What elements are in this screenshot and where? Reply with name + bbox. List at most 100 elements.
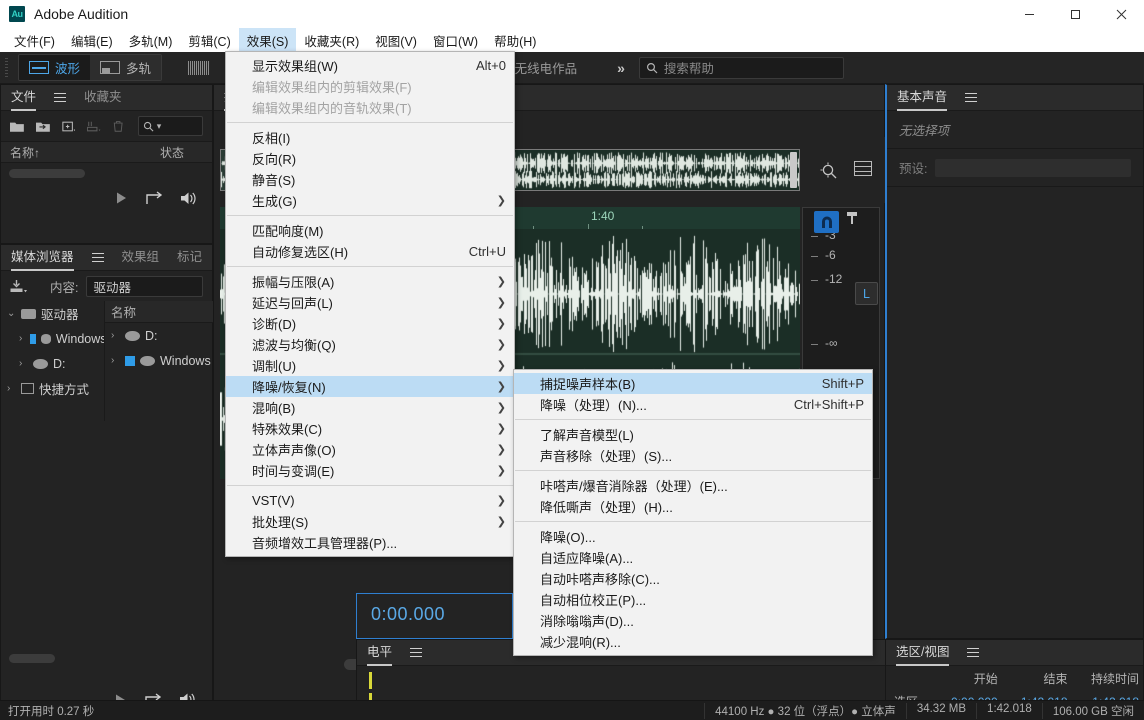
noise-submenu-item[interactable]: 自动咔嗒声移除(C)... <box>514 568 872 589</box>
effects-menu-item[interactable]: 批处理(S) ❯ <box>226 511 514 532</box>
noise-submenu-item[interactable]: 捕捉噪声样本(B) Shift+P <box>514 373 872 394</box>
new-file-icon[interactable] <box>62 120 76 133</box>
effects-menu-item[interactable]: 反向(R) <box>226 148 514 169</box>
effects-menu-item[interactable]: 匹配响度(M) <box>226 220 514 241</box>
effects-menu-item[interactable]: 生成(G) ❯ <box>226 190 514 211</box>
effects-menu-item[interactable]: 振幅与压限(A) ❯ <box>226 271 514 292</box>
tab-media-browser[interactable]: 媒体浏览器 <box>11 245 74 271</box>
chevron-right-icon[interactable]: › <box>7 383 16 394</box>
channel-badge-left[interactable]: L <box>855 282 878 305</box>
media-scroll-indicator[interactable] <box>9 654 55 663</box>
media-panel-menu-icon[interactable] <box>91 253 104 262</box>
selection-view-menu-icon[interactable] <box>967 648 980 657</box>
levels-panel-menu-icon[interactable] <box>410 648 423 657</box>
effects-menu-item[interactable]: 反相(I) <box>226 127 514 148</box>
effects-menu-item[interactable]: 滤波与均衡(Q) ❯ <box>226 334 514 355</box>
effects-menu-item[interactable]: 延迟与回声(L) ❯ <box>226 292 514 313</box>
content-combo[interactable]: 驱动器 <box>86 275 203 297</box>
effects-menu-item[interactable]: 音频增效工具管理器(P)... <box>226 532 514 553</box>
minimize-button[interactable] <box>1006 0 1052 28</box>
chevron-right-icon: ❯ <box>496 276 506 288</box>
chevron-right-icon[interactable]: › <box>111 355 120 366</box>
media-toolbar: 内容: 驱动器 <box>1 271 212 301</box>
navigator-handle-right[interactable] <box>790 152 797 188</box>
effects-menu-item[interactable]: 特殊效果(C) ❯ <box>226 418 514 439</box>
menu-help[interactable]: 帮助(H) <box>486 28 544 53</box>
help-search-input[interactable]: 搜索帮助 <box>638 56 844 79</box>
noise-submenu-item[interactable]: 降噪(O)... <box>514 526 872 547</box>
files-col-name[interactable]: 名称↑ <box>1 144 160 161</box>
menu-file[interactable]: 文件(F) <box>6 28 63 53</box>
noise-submenu-item[interactable]: 了解声音模型(L) <box>514 424 872 445</box>
tab-markers[interactable]: 标记 <box>177 245 202 271</box>
menu-edit[interactable]: 编辑(E) <box>63 28 121 53</box>
noise-submenu-item[interactable]: 自适应降噪(A)... <box>514 547 872 568</box>
effects-menu-item[interactable]: 时间与变调(E) ❯ <box>226 460 514 481</box>
waveform-mode-button[interactable]: 波形 <box>19 55 91 80</box>
noise-submenu-item[interactable]: 消除嗡嗡声(D)... <box>514 610 872 631</box>
tab-levels[interactable]: 电平 <box>367 640 393 666</box>
effects-menu-item[interactable]: 混响(B) ❯ <box>226 397 514 418</box>
effects-menu-item[interactable]: 静音(S) <box>226 169 514 190</box>
tree-item-windows-c[interactable]: › Windows (C:) <box>1 326 104 351</box>
multitrack-icon <box>100 61 121 74</box>
chevron-right-icon[interactable]: › <box>19 333 25 344</box>
noise-submenu-item[interactable]: 咔嗒声/爆音消除器（处理）(E)... <box>514 475 872 496</box>
effects-menu-item[interactable]: VST(V) ❯ <box>226 490 514 511</box>
tree-item-drives[interactable]: ⌄ 驱动器 <box>1 301 104 326</box>
import-icon[interactable] <box>10 279 28 294</box>
menu-effects[interactable]: 效果(S) <box>238 27 297 53</box>
effects-menu-item[interactable]: 自动修复选区(H) Ctrl+U <box>226 241 514 262</box>
volume-icon[interactable] <box>180 191 198 206</box>
loop-icon[interactable] <box>146 191 162 205</box>
spectral-display-icon[interactable] <box>188 60 211 75</box>
essential-sound-menu-icon[interactable] <box>965 93 978 102</box>
noise-submenu-item[interactable]: 声音移除（处理）(S)... <box>514 445 872 466</box>
toolbar-grip[interactable] <box>2 57 12 78</box>
noise-submenu-item[interactable]: 降噪（处理）(N)... Ctrl+Shift+P <box>514 394 872 415</box>
noise-submenu-item[interactable]: 减少混响(R)... <box>514 631 872 652</box>
preset-combo[interactable] <box>935 158 1131 177</box>
chevron-right-icon[interactable]: › <box>19 358 28 369</box>
chevron-right-icon[interactable]: › <box>111 330 120 341</box>
workspace-radio-production[interactable]: 无线电作品 <box>515 58 578 77</box>
current-time-value[interactable]: 0:00.000 <box>357 594 512 625</box>
tab-files[interactable]: 文件 <box>11 85 37 111</box>
files-search-input[interactable]: ▾ <box>137 116 203 136</box>
effects-menu-item[interactable]: 调制(U) ❯ <box>226 355 514 376</box>
tree-item-d-drive[interactable]: › D: <box>1 351 104 376</box>
files-col-status[interactable]: 状态 <box>160 144 212 161</box>
effects-menu-item[interactable]: 诊断(D) ❯ <box>226 313 514 334</box>
noise-submenu-item[interactable]: 降低嘶声（处理）(H)... <box>514 496 872 517</box>
multitrack-mode-button[interactable]: 多轨 <box>90 55 162 80</box>
menu-multitrack[interactable]: 多轨(M) <box>121 28 181 53</box>
open-folder-icon[interactable] <box>10 120 24 133</box>
chevron-down-icon[interactable]: ⌄ <box>7 308 16 319</box>
zoom-icon[interactable] <box>819 161 839 181</box>
effects-menu-item[interactable]: 显示效果组(W) Alt+0 <box>226 55 514 76</box>
play-icon[interactable] <box>114 191 128 205</box>
snap-toggle-button[interactable] <box>814 211 839 233</box>
maximize-button[interactable] <box>1052 0 1098 28</box>
tab-effects-rack[interactable]: 效果组 <box>122 245 160 271</box>
menu-view[interactable]: 视图(V) <box>367 28 425 53</box>
time-readout-panel[interactable]: 0:00.000 <box>356 593 513 639</box>
menu-clip[interactable]: 剪辑(C) <box>180 28 238 53</box>
tab-favorites[interactable]: 收藏夹 <box>84 85 122 111</box>
close-button[interactable] <box>1098 0 1144 28</box>
files-scroll-indicator[interactable] <box>1 163 212 178</box>
menu-window[interactable]: 窗口(W) <box>425 28 486 53</box>
tab-essential-sound[interactable]: 基本声音 <box>897 85 948 111</box>
lanes-icon[interactable] <box>854 161 872 176</box>
noise-submenu-item[interactable]: 自动相位校正(P)... <box>514 589 872 610</box>
effects-menu-item[interactable]: 降噪/恢复(N) ❯ <box>226 376 514 397</box>
tab-selection-view[interactable]: 选区/视图 <box>896 640 950 666</box>
marker-icon[interactable] <box>846 211 858 225</box>
import-folder-icon[interactable] <box>35 120 50 133</box>
files-panel-menu-icon[interactable] <box>54 93 67 102</box>
sv-col-end: 结束 <box>1043 672 1068 686</box>
workspace-overflow-icon[interactable]: » <box>617 60 625 76</box>
menu-favorites[interactable]: 收藏夹(R) <box>296 28 367 53</box>
effects-menu-item[interactable]: 立体声声像(O) ❯ <box>226 439 514 460</box>
tree-item-shortcuts[interactable]: › 快捷方式 <box>1 376 104 401</box>
